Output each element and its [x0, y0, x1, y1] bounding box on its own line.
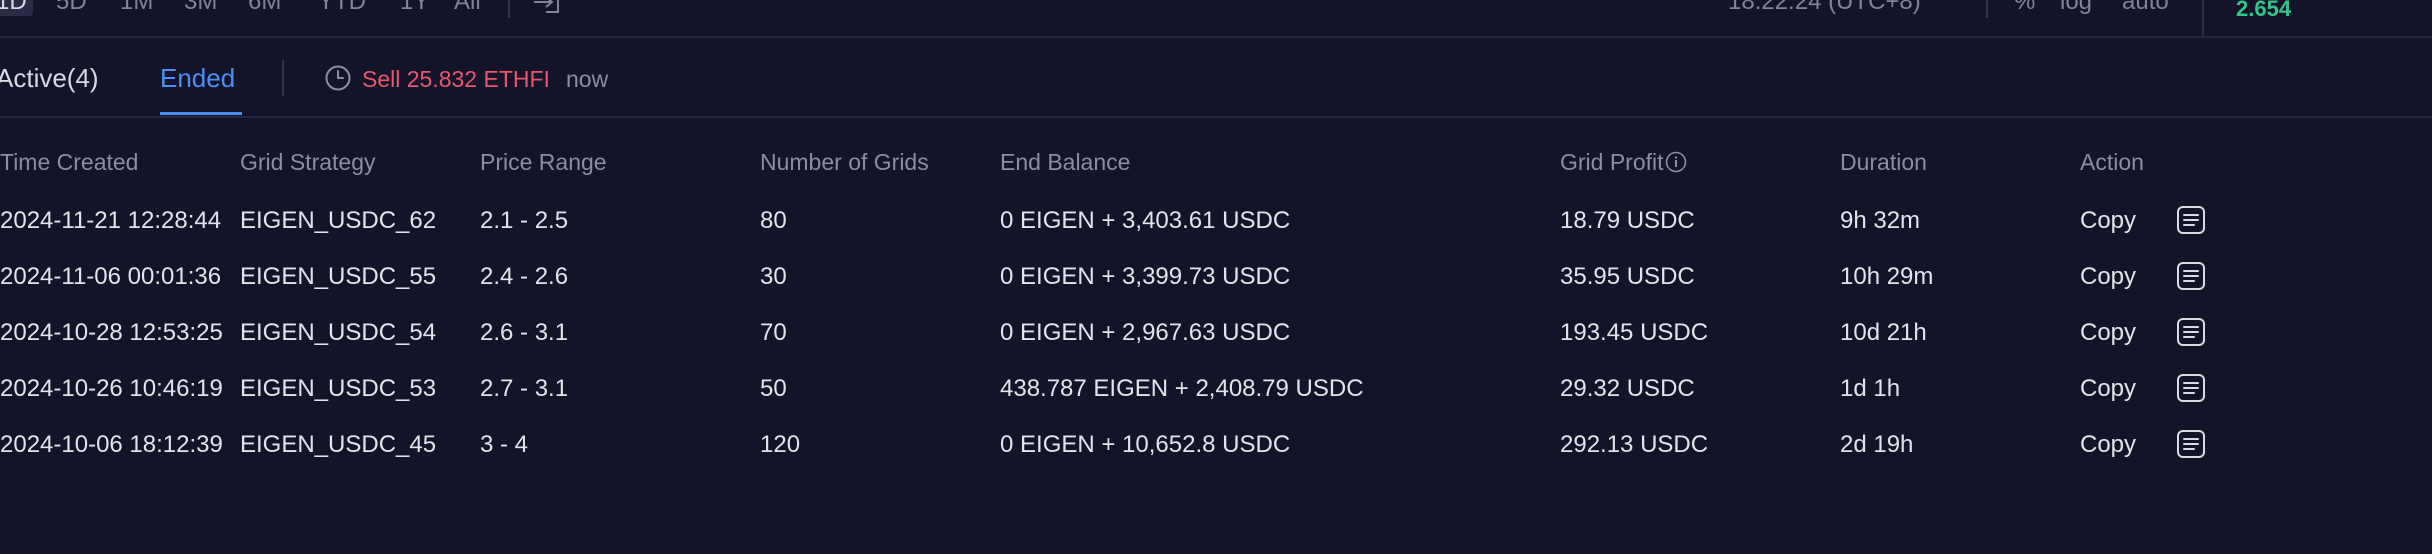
cell-time-created: 2024-10-28 12:53:25 — [0, 319, 223, 346]
table-row: 2024-10-06 18:12:39 EIGEN_USDC_45 3 - 4 … — [0, 416, 2432, 472]
cell-grid-profit: 193.45 USDC — [1560, 319, 1709, 346]
exit-arrow-icon[interactable] — [532, 0, 572, 16]
cell-duration: 10d 21h — [1840, 319, 1927, 346]
clock-icon — [325, 65, 351, 91]
percent-scale-toggle[interactable]: % — [2014, 0, 2035, 16]
column-header-number-of-grids: Number of Grids — [760, 149, 929, 175]
grid-profit-label: Grid Profit — [1560, 149, 1664, 175]
range-ytd-button[interactable]: YTD — [318, 0, 366, 16]
cell-grid-profit: 35.95 USDC — [1560, 263, 1695, 290]
active-tab-indicator — [160, 112, 242, 115]
document-list-icon[interactable] — [2176, 429, 2206, 459]
log-scale-toggle[interactable]: log — [2060, 0, 2092, 16]
toolbar-divider — [2202, 0, 2204, 36]
cell-number-of-grids: 70 — [760, 319, 787, 346]
column-header-time-created: Time Created — [0, 149, 139, 175]
range-1m-button[interactable]: 1M — [120, 0, 153, 16]
cell-price-range: 2.4 - 2.6 — [480, 263, 569, 290]
document-list-icon[interactable] — [2176, 373, 2206, 403]
cell-duration: 9h 32m — [1840, 207, 1921, 234]
cell-time-created: 2024-10-26 10:46:19 — [0, 375, 223, 402]
cell-end-balance: 438.787 EIGEN + 2,408.79 USDC — [1000, 375, 1364, 402]
range-1y-button[interactable]: 1Y — [400, 0, 429, 16]
tab-divider — [282, 60, 284, 96]
cell-duration: 1d 1h — [1840, 375, 1901, 402]
grid-trading-history-page: 1D 5D 1M 3M 6M YTD 1Y All 18:22:24 (UTC+… — [0, 0, 2432, 554]
cell-grid-strategy: EIGEN_USDC_53 — [240, 375, 437, 402]
table-row: 2024-10-26 10:46:19 EIGEN_USDC_53 2.7 - … — [0, 360, 2432, 416]
cell-number-of-grids: 50 — [760, 375, 787, 402]
column-header-price-range: Price Range — [480, 149, 607, 175]
range-all-button[interactable]: All — [454, 0, 481, 16]
cell-price-range: 2.6 - 3.1 — [480, 319, 569, 346]
table-row: 2024-10-28 12:53:25 EIGEN_USDC_54 2.6 - … — [0, 304, 2432, 360]
cell-end-balance: 0 EIGEN + 2,967.63 USDC — [1000, 319, 1291, 346]
range-5d-button[interactable]: 5D — [56, 0, 87, 16]
cell-number-of-grids: 30 — [760, 263, 787, 290]
cell-grid-strategy: EIGEN_USDC_55 — [240, 263, 437, 290]
chart-toolbar: 1D 5D 1M 3M 6M YTD 1Y All 18:22:24 (UTC+… — [0, 0, 2432, 38]
tab-active[interactable]: Active(4) — [0, 62, 99, 94]
last-price: 2.654 — [2236, 0, 2292, 21]
cell-grid-profit: 18.79 USDC — [1560, 207, 1695, 234]
document-list-icon[interactable] — [2176, 317, 2206, 347]
column-header-action: Action — [2080, 149, 2144, 175]
cell-price-range: 2.1 - 2.5 — [480, 207, 569, 234]
cell-duration: 10h 29m — [1840, 263, 1934, 290]
orders-tabs: Active(4) Ended Sell 25.832 ETHFI now — [0, 38, 2432, 118]
cell-grid-strategy: EIGEN_USDC_45 — [240, 431, 437, 458]
cell-grid-profit: 292.13 USDC — [1560, 431, 1709, 458]
document-list-icon[interactable] — [2176, 261, 2206, 291]
cell-end-balance: 0 EIGEN + 3,399.73 USDC — [1000, 263, 1291, 290]
document-list-icon[interactable] — [2176, 205, 2206, 235]
copy-button[interactable]: Copy — [2080, 318, 2136, 348]
copy-button[interactable]: Copy — [2080, 374, 2136, 404]
toolbar-divider — [1986, 0, 1988, 18]
cell-grid-strategy: EIGEN_USDC_54 — [240, 319, 437, 346]
column-header-grid-profit: Grid Profit — [1560, 148, 1687, 176]
cell-time-created: 2024-11-21 12:28:44 — [0, 207, 222, 234]
tab-ended[interactable]: Ended — [160, 62, 235, 94]
chart-time-readout: 18:22:24 (UTC+8) — [1728, 0, 1921, 15]
cell-price-range: 2.7 - 3.1 — [480, 375, 569, 402]
table-row: 2024-11-06 00:01:36 EIGEN_USDC_55 2.4 - … — [0, 248, 2432, 304]
column-header-end-balance: End Balance — [1000, 149, 1131, 175]
copy-button[interactable]: Copy — [2080, 262, 2136, 292]
cell-grid-strategy: EIGEN_USDC_62 — [240, 207, 437, 234]
auto-scale-toggle[interactable]: auto — [2122, 0, 2169, 16]
cell-duration: 2d 19h — [1840, 431, 1914, 458]
column-header-duration: Duration — [1840, 149, 1927, 175]
range-3m-button[interactable]: 3M — [184, 0, 217, 16]
info-icon[interactable] — [1665, 151, 1687, 173]
cell-end-balance: 0 EIGEN + 10,652.8 USDC — [1000, 431, 1291, 458]
cell-end-balance: 0 EIGEN + 3,403.61 USDC — [1000, 207, 1291, 234]
cell-grid-profit: 29.32 USDC — [1560, 375, 1695, 402]
cell-price-range: 3 - 4 — [480, 431, 529, 458]
cell-number-of-grids: 120 — [760, 431, 801, 458]
recent-order-notice[interactable]: Sell 25.832 ETHFI — [362, 65, 550, 93]
table-row: 2024-11-21 12:28:44 EIGEN_USDC_62 2.1 - … — [0, 192, 2432, 248]
recent-order-time: now — [566, 66, 609, 92]
range-1d-button[interactable]: 1D — [0, 0, 33, 16]
column-header-grid-strategy: Grid Strategy — [240, 149, 376, 175]
cell-time-created: 2024-11-06 00:01:36 — [0, 263, 222, 290]
cell-number-of-grids: 80 — [760, 207, 787, 234]
copy-button[interactable]: Copy — [2080, 430, 2136, 460]
toolbar-divider — [508, 0, 510, 18]
cell-time-created: 2024-10-06 18:12:39 — [0, 431, 223, 458]
range-6m-button[interactable]: 6M — [248, 0, 281, 16]
copy-button[interactable]: Copy — [2080, 206, 2136, 236]
